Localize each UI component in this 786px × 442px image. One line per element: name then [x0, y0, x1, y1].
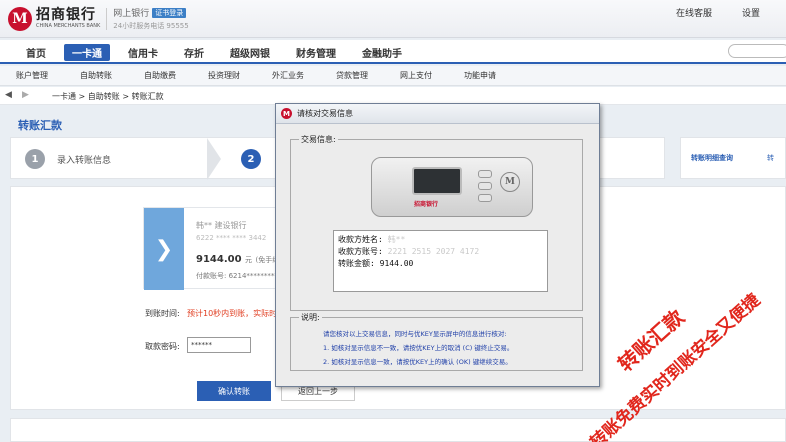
info-value: 9144.00 — [379, 259, 414, 268]
nav-finance-assistant[interactable]: 金融助手 — [354, 44, 410, 61]
bank-name-cn: 招商银行 — [36, 7, 96, 23]
info-value: 2221 2515 2027 4172 — [387, 247, 480, 256]
transaction-info-label: 交易信息: — [299, 134, 338, 145]
subnav-account-management[interactable]: 账户管理 — [16, 70, 48, 81]
payee-name: 韩** 建设银行 — [196, 221, 247, 230]
instructions-group: 说明: 请您核对以上交易信息，同时与优KEY显示屏中的信息进行核对: 1. 如核… — [290, 312, 583, 371]
footer-panel — [10, 418, 786, 442]
nav-passbook[interactable]: 存折 — [176, 44, 212, 61]
verify-dialog: M 请核对交易信息 交易信息: 招商银行 M 收款方姓名: 韩** 收款方账号:… — [275, 103, 600, 387]
password-field[interactable]: ****** — [187, 337, 251, 353]
ukey-button-icon — [478, 194, 492, 202]
info-line-payee-account: 收款方账号: 2221 2515 2027 4172 — [338, 246, 543, 258]
instruction-line: 请您核对以上交易信息，同时与优KEY显示屏中的信息进行核对: — [323, 330, 507, 338]
ukey-logo-icon: M — [500, 172, 520, 192]
hotline-text: 24小时服务电话 95555 — [113, 22, 189, 30]
info-label: 收款方账号: — [338, 247, 383, 256]
breadcrumb: 一卡通 > 自助转账 > 转账汇款 — [52, 92, 164, 101]
step-2-circle: 2 — [241, 149, 261, 169]
payee-account: 6222 **** **** 3442 — [196, 234, 267, 242]
dialog-titlebar[interactable]: M 请核对交易信息 — [276, 104, 599, 124]
arrive-time-value: 预计10秒内到账，实际时间 — [187, 309, 286, 318]
cert-login-badge: 证书登录 — [152, 7, 187, 18]
info-line-amount: 转账金额: 9144.00 — [338, 258, 543, 270]
top-header: M 招商银行 CHINA MERCHANTS BANK 网上银行 证书登录 24… — [0, 0, 786, 38]
top-links: 在线客服 设置 — [676, 6, 760, 19]
ukey-device-image: 招商银行 M — [371, 157, 533, 217]
chevron-right-icon: ❯ — [144, 208, 184, 290]
page-title: 转账汇款 — [18, 119, 62, 132]
amount-value: 9144.00 — [196, 254, 242, 265]
bank-logo[interactable]: M 招商银行 CHINA MERCHANTS BANK 网上银行 证书登录 24… — [8, 6, 189, 31]
ukey-button-icon — [478, 182, 492, 190]
instruction-line: 2. 如核对显示信息一致，请按优KEY上的确认 (OK) 键继续交易。 — [323, 358, 512, 366]
nav-home[interactable]: 首页 — [18, 44, 54, 61]
info-line-payee-name: 收款方姓名: 韩** — [338, 234, 543, 246]
transaction-info-box: 收款方姓名: 韩** 收款方账号: 2221 2515 2027 4172 转账… — [333, 230, 548, 292]
subnav-online-payment[interactable]: 网上支付 — [400, 70, 432, 81]
arrive-time-label: 到账时间: — [145, 309, 180, 318]
bank-name: 招商银行 CHINA MERCHANTS BANK — [36, 7, 101, 30]
transfer-history-link[interactable]: 转账明细查询 — [691, 153, 733, 163]
side-links: 转账明细查询 转 — [680, 137, 786, 179]
netbank-title: 网上银行 — [113, 9, 150, 19]
nav-super-netbank[interactable]: 超级网银 — [222, 44, 278, 61]
nav-finance-management[interactable]: 财务管理 — [288, 44, 344, 61]
subnav-self-payment[interactable]: 自助缴费 — [144, 70, 176, 81]
nav-debit-card[interactable]: 一卡通 — [64, 44, 110, 61]
instructions-label: 说明: — [299, 312, 322, 323]
transaction-info-group: 交易信息: 招商银行 M 收款方姓名: 韩** 收款方账号: 2221 2515… — [290, 134, 583, 311]
main-nav: 首页 一卡通 信用卡 存折 超级网银 财务管理 金融助手 — [0, 40, 786, 64]
search-input[interactable] — [728, 44, 786, 58]
subnav-loan[interactable]: 贷款管理 — [336, 70, 368, 81]
instruction-line: 1. 如核对显示信息不一致，请按优KEY上的取消 (C) 键终止交易。 — [323, 344, 514, 352]
info-label: 收款方姓名: — [338, 235, 383, 244]
online-service-link[interactable]: 在线客服 — [676, 6, 712, 19]
settings-link[interactable]: 设置 — [742, 6, 760, 19]
confirm-transfer-button[interactable]: 确认转账 — [197, 381, 271, 401]
side-link-2[interactable]: 转 — [767, 153, 774, 163]
forward-arrow-icon[interactable]: ▶ — [22, 90, 29, 100]
info-label: 转账金额: — [338, 259, 375, 268]
ukey-button-icon — [478, 170, 492, 178]
bank-logo-icon: M — [281, 108, 292, 119]
subnav-forex[interactable]: 外汇业务 — [272, 70, 304, 81]
nav-credit-card[interactable]: 信用卡 — [120, 44, 166, 61]
bank-logo-icon: M — [8, 6, 32, 31]
payee-card: ❯ 韩** 建设银行 6222 **** **** 3442 9144.00 元… — [143, 207, 289, 290]
amount-unit: 元 — [245, 256, 253, 264]
step-arrow-icon — [207, 138, 221, 180]
netbank-info: 网上银行 证书登录 24小时服务电话 95555 — [113, 6, 189, 31]
pay-account: 付款账号: 6214*********5 — [196, 272, 283, 280]
back-arrow-icon[interactable]: ◀ — [5, 90, 12, 100]
divider — [106, 7, 108, 30]
subnav-investment[interactable]: 投资理财 — [208, 70, 240, 81]
bank-name-en: CHINA MERCHANTS BANK — [36, 23, 101, 29]
password-label: 取款密码: — [145, 342, 180, 351]
step-1-label: 录入转账信息 — [57, 156, 112, 166]
subnav-self-transfer[interactable]: 自助转账 — [80, 70, 112, 81]
subnav-feature-apply[interactable]: 功能申请 — [464, 70, 496, 81]
dialog-title: 请核对交易信息 — [297, 109, 353, 118]
ukey-screen — [412, 167, 462, 195]
sub-nav: 账户管理 自助转账 自助缴费 投资理财 外汇业务 贷款管理 网上支付 功能申请 — [0, 66, 786, 86]
info-value: 韩** — [387, 235, 406, 244]
step-1-circle: 1 — [25, 149, 45, 169]
ukey-brand: 招商银行 — [414, 201, 439, 208]
